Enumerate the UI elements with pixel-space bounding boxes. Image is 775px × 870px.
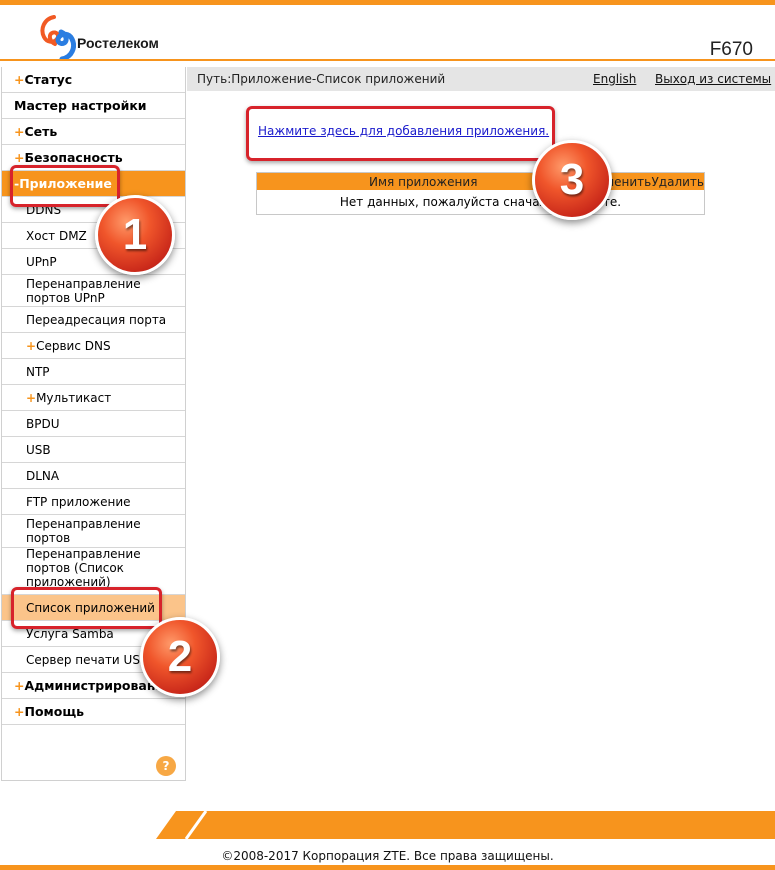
menu-label: Мастер настройки — [14, 97, 147, 113]
submenu-dns-service[interactable]: +Сервис DNS — [2, 333, 185, 359]
menu-label: FTP приложение — [26, 494, 131, 509]
menu-label: Перенаправление портов UPnP — [26, 276, 141, 305]
menu-setup-wizard[interactable]: Мастер настройки — [2, 93, 185, 119]
menu-label: Мультикаст — [36, 390, 112, 405]
expand-icon: + — [14, 703, 25, 719]
expand-icon: + — [14, 123, 25, 139]
breadcrumb-bar: Путь:Приложение-Список приложений Englis… — [187, 67, 775, 91]
submenu-ntp[interactable]: NTP — [2, 359, 185, 385]
bottom-accent-bar — [0, 865, 775, 870]
menu-label: Помощь — [24, 703, 85, 719]
header-divider — [0, 59, 775, 61]
rostelecom-logo-icon — [40, 15, 76, 61]
menu-label: Перенаправление портов (Список приложени… — [26, 547, 141, 589]
step-badge-1: 1 — [95, 195, 175, 275]
brand-name: Ростелеком — [77, 35, 159, 51]
menu-status[interactable]: +Статус — [2, 67, 185, 93]
footer-stripe — [156, 811, 775, 839]
column-header-delete: Удалить — [651, 172, 705, 190]
menu-label: Переадресация порта — [26, 312, 167, 327]
logout-link[interactable]: Выход из системы — [655, 72, 771, 86]
menu-label: DLNA — [26, 468, 60, 483]
breadcrumb: Путь:Приложение-Список приложений — [197, 72, 446, 86]
menu-label: UPnP — [26, 254, 57, 269]
header: Ростелеком F670 — [0, 5, 775, 61]
expand-icon: + — [14, 71, 25, 87]
menu-network[interactable]: +Сеть — [2, 119, 185, 145]
submenu-port-forwarding[interactable]: Перенаправление портов — [2, 515, 185, 548]
menu-label: Хост DMZ — [26, 228, 87, 243]
submenu-ftp-app[interactable]: FTP приложение — [2, 489, 185, 515]
highlight-app-list-menu — [11, 587, 162, 629]
submenu-upnp-port-forwarding[interactable]: Перенаправление портов UPnP — [2, 275, 185, 307]
menu-label: Безопасность — [24, 149, 123, 165]
empty-table-message: Нет данных, пожалуйста сначала добавьте. — [339, 195, 622, 209]
expand-icon: + — [14, 149, 25, 165]
menu-label: BPDU — [26, 416, 60, 431]
expand-icon: + — [26, 338, 37, 353]
application-table: Имя приложения Изменить Удалить Нет данн… — [256, 172, 705, 215]
menu-label: Сервис DNS — [36, 338, 111, 353]
help-icon[interactable]: ? — [156, 756, 176, 776]
expand-icon: + — [26, 390, 37, 405]
menu-label: NTP — [26, 364, 50, 379]
highlight-application-menu — [10, 165, 120, 207]
table-row: Нет данных, пожалуйста сначала добавьте. — [257, 190, 705, 215]
submenu-bpdu[interactable]: BPDU — [2, 411, 185, 437]
copyright-text: ©2008-2017 Корпорация ZTE. Все права защ… — [221, 849, 554, 863]
menu-help[interactable]: +Помощь — [2, 699, 185, 725]
table-header-row: Имя приложения Изменить Удалить — [256, 172, 705, 190]
menu-label: Статус — [24, 71, 73, 87]
device-model: F670 — [709, 39, 753, 60]
english-link[interactable]: English — [593, 72, 636, 86]
expand-icon: + — [14, 677, 25, 693]
highlight-add-link — [246, 106, 555, 161]
step-badge-3: 3 — [532, 140, 612, 220]
step-badge-2: 2 — [140, 617, 220, 697]
submenu-port-redirect[interactable]: Переадресация порта — [2, 307, 185, 333]
submenu-usb[interactable]: USB — [2, 437, 185, 463]
menu-label: Перенаправление портов — [26, 517, 141, 545]
menu-label: Сеть — [24, 123, 58, 139]
submenu-dlna[interactable]: DLNA — [2, 463, 185, 489]
menu-label: Сервер печати USB — [26, 652, 149, 667]
menu-label: USB — [26, 442, 51, 457]
submenu-multicast[interactable]: +Мультикаст — [2, 385, 185, 411]
